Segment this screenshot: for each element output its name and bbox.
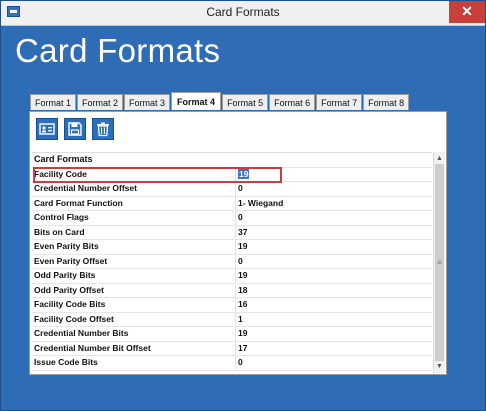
facility-code-highlight [33,167,282,183]
column-divider [235,356,236,370]
property-key: Facility Code Offset [34,313,114,324]
tab-format-7[interactable]: Format 7 [316,94,363,110]
property-value[interactable]: 1 [238,314,243,324]
tab-format-2[interactable]: Format 2 [77,94,124,110]
column-divider [235,312,236,327]
property-value[interactable]: 19 [238,328,247,338]
table-row[interactable]: Bits on Card 37 [32,225,432,240]
property-key: Even Parity Bits [34,241,99,251]
tab-format-1[interactable]: Format 1 [30,94,77,110]
property-value[interactable]: 17 [238,343,247,353]
property-key: Control Flags [34,212,89,222]
property-key: Issue Code Bits [34,357,98,367]
property-value[interactable]: 37 [238,227,247,237]
table-row[interactable]: Credential Number Bits 19 [32,327,432,342]
property-key: Odd Parity Offset [34,284,104,295]
grip-icon: ≡ [437,258,442,267]
property-key: Card Format Function [34,197,123,208]
save-icon [68,122,82,136]
id-card-button[interactable] [36,118,58,140]
table-row[interactable]: Odd Parity Bits 19 [32,269,432,284]
property-value[interactable]: 19 [238,270,247,280]
delete-button[interactable] [92,118,114,140]
table-row[interactable]: Odd Parity Offset 18 [32,283,432,298]
property-key: Credential Number Bit Offset [34,342,151,353]
column-divider [235,225,236,240]
column-divider [235,240,236,254]
table-row[interactable]: Facility Code Offset 1 [32,312,432,327]
property-value[interactable]: 0 [238,183,243,193]
column-divider [235,269,236,283]
property-key: Odd Parity Bits [34,270,96,280]
property-key: Credential Number Bits [34,328,129,338]
table-row[interactable]: Credential Number Bit Offset 17 [32,341,432,356]
property-grid: Card Formats Facility Code 19 Credential… [32,152,432,373]
tab-format-6[interactable]: Format 6 [269,94,316,110]
column-divider [235,327,236,341]
category-label: Card Formats [34,154,93,164]
id-card-icon [39,123,55,135]
property-value[interactable]: 1- Wiegand [238,198,283,208]
table-row[interactable]: Even Parity Bits 19 [32,240,432,255]
property-value[interactable]: 0 [238,212,243,222]
window-title: Card Formats [206,5,280,19]
tab-format-4[interactable]: Format 4 [171,92,222,110]
table-row[interactable]: Facility Code Bits 16 [32,298,432,313]
category-header: Card Formats [32,153,432,168]
column-divider [235,254,236,269]
table-row[interactable]: Control Flags 0 [32,211,432,226]
property-key: Facility Code Bits [34,299,106,309]
property-key: Bits on Card [34,226,85,237]
tab-panel: Card Formats Facility Code 19 Credential… [29,111,447,375]
column-divider [235,341,236,356]
column-divider [235,196,236,211]
column-divider [235,283,236,298]
table-row[interactable]: Card Format Function 1- Wiegand [32,196,432,211]
property-key: Even Parity Offset [34,255,108,266]
property-value[interactable]: 0 [238,357,243,367]
column-divider [235,211,236,225]
table-row[interactable]: Issue Code Bits 0 [32,356,432,371]
format-tabs: Format 1 Format 2 Format 3 Format 4 Form… [30,92,410,111]
column-divider [235,298,236,312]
column-divider [235,182,236,196]
property-value[interactable]: 16 [238,299,247,309]
close-button[interactable]: ✕ [449,1,485,23]
page-title: Card Formats [15,32,221,69]
card-formats-window: Card Formats ✕ Card Formats Format 1 For… [0,0,486,411]
scroll-up-icon[interactable]: ▲ [434,153,445,164]
table-row[interactable]: Credential Number Offset 0 [32,182,432,197]
title-bar[interactable]: Card Formats ✕ [1,1,485,26]
property-value[interactable]: 18 [238,285,247,295]
tab-format-8[interactable]: Format 8 [363,94,410,110]
property-value[interactable]: 0 [238,256,243,266]
trash-icon [97,122,109,137]
property-key: Credential Number Offset [34,183,137,193]
property-value[interactable]: 19 [238,241,247,251]
save-button[interactable] [64,118,86,140]
scroll-thumb[interactable]: ≡ [435,164,444,361]
table-row[interactable]: Even Parity Offset 0 [32,254,432,269]
tab-format-3[interactable]: Format 3 [124,94,171,110]
scroll-down-icon[interactable]: ▼ [434,361,445,372]
tab-format-5[interactable]: Format 5 [222,94,269,110]
vertical-scrollbar[interactable]: ▲ ≡ ▼ [433,152,445,373]
